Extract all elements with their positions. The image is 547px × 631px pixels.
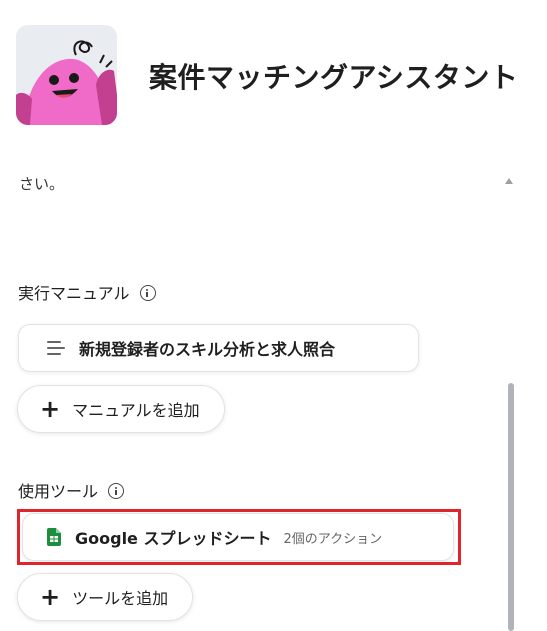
add-manual-button[interactable]: + マニュアルを追加 bbox=[17, 385, 225, 433]
google-sheets-icon bbox=[47, 528, 61, 546]
instructions-text[interactable]: さい。 bbox=[19, 173, 64, 194]
avatar bbox=[16, 25, 117, 125]
plus-icon: + bbox=[40, 395, 61, 423]
tool-item-label: Google スプレッドシート bbox=[75, 529, 272, 548]
tool-item-actions-count: 2個のアクション bbox=[283, 531, 383, 547]
info-icon[interactable] bbox=[108, 483, 125, 499]
plus-icon: + bbox=[40, 583, 61, 611]
manual-item[interactable]: 新規登録者のスキル分析と求人照合 bbox=[18, 324, 419, 372]
add-manual-label: マニュアルを追加 bbox=[72, 401, 200, 420]
add-tool-button[interactable]: + ツールを追加 bbox=[17, 573, 194, 621]
manual-section-label: 実行マニュアル bbox=[18, 284, 130, 303]
page-title: 案件マッチングアシスタント bbox=[149, 61, 519, 94]
manual-item-label: 新規登録者のスキル分析と求人照合 bbox=[79, 340, 336, 359]
add-tool-label: ツールを追加 bbox=[72, 589, 169, 608]
tool-item[interactable]: Google スプレッドシート 2個のアクション bbox=[22, 513, 454, 561]
tools-section-header: 使用ツール bbox=[18, 478, 125, 502]
list-lines-icon bbox=[47, 341, 65, 355]
manual-section-header: 実行マニュアル bbox=[18, 280, 156, 304]
tools-section-label: 使用ツール bbox=[18, 482, 99, 501]
triangle-up-icon[interactable] bbox=[505, 178, 513, 184]
scrollbar[interactable] bbox=[508, 383, 514, 631]
info-icon[interactable] bbox=[139, 285, 156, 301]
pink-mascot-avatar bbox=[16, 25, 117, 125]
